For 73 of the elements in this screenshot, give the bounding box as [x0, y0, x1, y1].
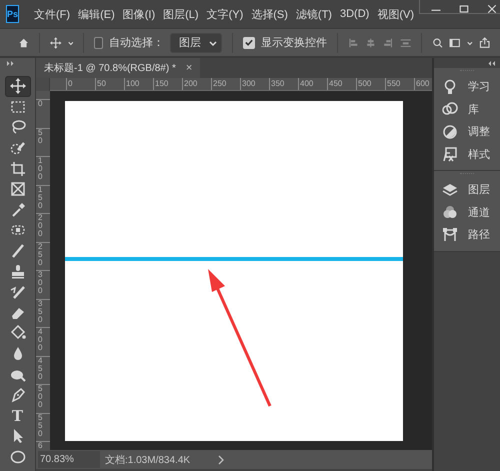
- panel-tab[interactable]: 路径: [434, 224, 500, 246]
- pen-icon[interactable]: [10, 387, 26, 404]
- check-icon: [244, 38, 254, 47]
- share-icon[interactable]: [478, 34, 490, 50]
- channels-icon[interactable]: [442, 204, 458, 220]
- ruler-label: 150: [153, 78, 182, 90]
- menu-item[interactable]: 图像(I): [120, 6, 158, 22]
- ruler-label: 400: [298, 78, 327, 90]
- panel-tab[interactable]: 样式: [434, 144, 500, 166]
- ruler-label: 450: [327, 78, 356, 90]
- ruler-label: 500: [38, 385, 44, 409]
- panel-tab[interactable]: 通道: [434, 202, 500, 224]
- ruler-label: 350: [269, 78, 298, 90]
- checkbox-label: 显示变换控件: [260, 36, 327, 50]
- ruler-label: 150: [38, 186, 44, 210]
- ruler-label: 400: [38, 328, 44, 352]
- lasso-icon[interactable]: [10, 119, 26, 136]
- menu-item[interactable]: 3D(D): [336, 8, 372, 20]
- checkbox[interactable]: [94, 36, 104, 48]
- move-icon[interactable]: [50, 34, 62, 50]
- checkbox[interactable]: [242, 36, 255, 48]
- caret-icon: [209, 38, 218, 46]
- ruler-label: 550: [38, 414, 44, 438]
- panel-tab[interactable]: 学习: [434, 76, 500, 98]
- ruler-label: 500: [356, 78, 385, 90]
- ellipse-icon[interactable]: [10, 448, 26, 465]
- ruler-label: 6: [38, 442, 44, 450]
- ruler-label: 350: [38, 300, 44, 324]
- stamp-icon[interactable]: [10, 264, 26, 280]
- brush-icon[interactable]: [10, 243, 26, 260]
- ruler-label: 250: [211, 78, 240, 90]
- close-button[interactable]: ×: [186, 62, 192, 74]
- target-dropdown[interactable]: 图层: [170, 32, 222, 52]
- ruler-label: 100: [38, 157, 44, 181]
- ruler-label: 200: [38, 214, 44, 238]
- type-tool[interactable]: T: [4, 406, 30, 426]
- menu-item[interactable]: 编辑(E): [75, 6, 118, 22]
- ruler-label: 550: [385, 78, 414, 90]
- ruler-label: 300: [38, 271, 44, 295]
- bucket-icon[interactable]: [10, 325, 26, 342]
- marquee-icon[interactable]: [10, 98, 26, 115]
- document-info: 文档:1.03M/834.4K: [105, 454, 192, 466]
- menu-item[interactable]: 视图(V): [374, 6, 417, 22]
- menu-item[interactable]: 图层(L): [160, 6, 202, 22]
- move-tool[interactable]: [4, 76, 30, 97]
- panel-tab[interactable]: 图层: [434, 179, 500, 202]
- move-icon[interactable]: [10, 78, 26, 94]
- checkbox-label: 自动选择：: [109, 36, 164, 50]
- eyedropper-icon[interactable]: [10, 202, 26, 218]
- ruler-label: 0: [66, 78, 95, 90]
- menu-item[interactable]: 文字(Y): [204, 6, 246, 22]
- ruler-label: 450: [38, 356, 44, 380]
- panel-tab[interactable]: 库: [434, 98, 500, 121]
- frame-icon[interactable]: [10, 181, 26, 198]
- app-logo[interactable]: Ps: [6, 5, 20, 23]
- document-tab[interactable]: 未标题-1 @ 70.8%(RGB/8#) * ×: [36, 58, 200, 78]
- crop-icon[interactable]: [10, 160, 26, 177]
- zoom-level[interactable]: 70.83%: [38, 451, 100, 468]
- ruler-label: 600: [414, 78, 430, 90]
- menu-item[interactable]: 文件(F): [31, 6, 74, 22]
- layers-icon[interactable]: [442, 182, 458, 198]
- ruler-label: 250: [38, 242, 44, 266]
- ruler-label: 200: [182, 78, 211, 90]
- panel-tab[interactable]: 调整: [434, 121, 500, 144]
- ruler-label: 50: [95, 78, 124, 90]
- menu-item[interactable]: 选择(S): [248, 6, 291, 22]
- chevron-icon[interactable]: [217, 454, 225, 464]
- menu-item[interactable]: 滤镜(T): [292, 6, 335, 22]
- ruler-label: 300: [240, 78, 269, 90]
- ruler-label: 0: [38, 100, 44, 108]
- ruler-label: 50: [38, 128, 44, 144]
- collapse-icon[interactable]: [6, 60, 15, 67]
- ruler-label: 100: [124, 78, 153, 90]
